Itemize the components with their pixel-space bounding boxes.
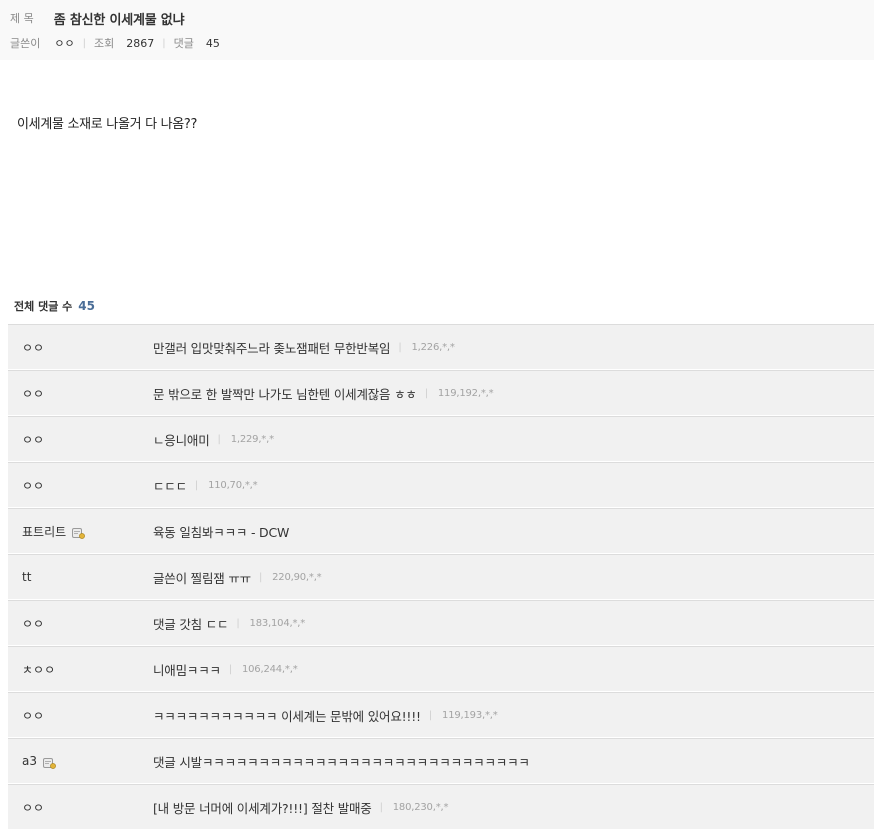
- comment-text: ㄴ응니애미: [153, 432, 210, 448]
- author-label: 글쓴이: [10, 37, 41, 50]
- comment-text: 육동 일침봐ㅋㅋㅋ - DCW: [153, 524, 290, 540]
- ip-divider: |: [217, 433, 221, 445]
- comment-row: a3 댓글 시발ㅋㅋㅋㅋㅋㅋㅋㅋㅋㅋㅋㅋㅋㅋㅋㅋㅋㅋㅋㅋㅋㅋㅋㅋㅋㅋㅋㅋㅋ: [8, 738, 874, 784]
- comment-body: 댓글 갓침 ㄷㄷ | 183,104,*,*: [153, 614, 305, 633]
- comment-body: ㄷㄷㄷ | 110,70,*,*: [153, 476, 258, 495]
- comment-author[interactable]: ㅇㅇ: [22, 799, 44, 816]
- comment-row: ㅇㅇ [내 방문 너머에 이세계가?!!!] 절찬 발매중 | 180,230,*,*: [8, 784, 874, 830]
- ip-divider: |: [194, 479, 199, 491]
- comment-body: 육동 일침봐ㅋㅋㅋ - DCW: [153, 522, 289, 541]
- comment-author-name[interactable]: ㅇㅇ: [22, 615, 44, 632]
- comment-text: [내 방문 너머에 이세계가?!!!] 절찬 발매중: [153, 800, 372, 816]
- comment-body: 니애밈ㅋㅋㅋ | 106,244,*,*: [153, 660, 298, 679]
- views-label: 조회: [94, 37, 115, 50]
- title-row: 제 목 좀 참신한 이세계물 없냐: [10, 8, 185, 28]
- comments-header: 전체 댓글 수 45: [14, 298, 95, 314]
- meta-divider: |: [162, 37, 166, 49]
- comment-author[interactable]: ㅇㅇ: [22, 431, 44, 448]
- comment-author-name[interactable]: 표트리트: [22, 523, 66, 540]
- comment-author[interactable]: ㅊㅇㅇ: [22, 661, 55, 678]
- ip-divider: |: [228, 663, 232, 675]
- comment-ip: 106,244,*,*: [241, 663, 298, 675]
- comment-body: [내 방문 너머에 이세계가?!!!] 절찬 발매중 | 180,230,*,*: [153, 798, 448, 817]
- comment-ip: 119,193,*,*: [442, 709, 498, 721]
- comment-author[interactable]: ㅇㅇ: [22, 385, 44, 402]
- comment-row: tt 글쓴이 찔림잼 ㅠㅠ | 220,90,*,*: [8, 554, 874, 600]
- comment-author[interactable]: ㅇㅇ: [22, 339, 44, 356]
- comment-author-name[interactable]: ㅊㅇㅇ: [22, 661, 55, 678]
- comment-ip: 119,192,*,*: [437, 387, 494, 399]
- member-badge-icon: [72, 527, 86, 539]
- comment-text: 문 밖으로 한 발짝만 나가도 님한텐 이세계잖음 ㅎㅎ: [153, 386, 417, 402]
- comment-author[interactable]: ㅇㅇ: [22, 707, 44, 724]
- comment-body: 문 밖으로 한 발짝만 나가도 님한텐 이세계잖음 ㅎㅎ | 119,192,*,*: [153, 384, 494, 403]
- comment-author[interactable]: a3: [22, 754, 56, 769]
- views-count: 2867: [126, 36, 155, 50]
- comment-text: 댓글 갓침 ㄷㄷ: [153, 616, 229, 632]
- comment-row: 표트리트 육동 일침봐ㅋㅋㅋ - DCW: [8, 508, 874, 554]
- post-title: 좀 참신한 이세계물 없냐: [53, 12, 185, 28]
- ip-divider: |: [379, 801, 383, 813]
- comment-ip: 1,226,*,*: [411, 341, 455, 353]
- comment-text: 만갤러 입맛맞춰주느라 좆노잼패턴 무한반복임: [153, 340, 391, 356]
- comments-count: 45: [205, 36, 220, 50]
- comment-list: ㅇㅇ 만갤러 입맛맞춰주느라 좆노잼패턴 무한반복임 | 1,226,*,* ㅇㅇ 문 밖…: [8, 324, 874, 830]
- comment-ip: 183,104,*,*: [249, 617, 306, 629]
- comment-ip: 180,230,*,*: [392, 801, 449, 813]
- comments-total-count: 45: [78, 299, 95, 313]
- comment-text: ㄷㄷㄷ: [153, 478, 187, 494]
- comment-author[interactable]: 표트리트: [22, 523, 86, 540]
- comment-author-name[interactable]: ㅇㅇ: [22, 431, 44, 448]
- comment-author-name[interactable]: ㅇㅇ: [22, 339, 44, 356]
- comment-row: ㅇㅇ ㄷㄷㄷ | 110,70,*,*: [8, 462, 874, 508]
- comment-author[interactable]: ㅇㅇ: [22, 477, 44, 494]
- member-badge-icon: [43, 757, 56, 769]
- post-body: 이세계물 소재로 나올거 다 나옴??: [17, 117, 198, 132]
- comment-text: 댓글 시발ㅋㅋㅋㅋㅋㅋㅋㅋㅋㅋㅋㅋㅋㅋㅋㅋㅋㅋㅋㅋㅋㅋㅋㅋㅋㅋㅋㅋㅋ: [153, 754, 530, 770]
- post-header: 제 목 좀 참신한 이세계물 없냐 글쓴이 ㅇㅇ | 조회 2867 | 댓글 …: [0, 0, 874, 60]
- comment-author-name[interactable]: tt: [22, 570, 31, 584]
- meta-row: 글쓴이 ㅇㅇ | 조회 2867 | 댓글 45: [10, 34, 220, 52]
- comment-body: 글쓴이 찔림잼 ㅠㅠ | 220,90,*,*: [153, 568, 322, 587]
- comments-total-label: 전체 댓글 수: [14, 300, 73, 313]
- author-name[interactable]: ㅇㅇ: [54, 35, 74, 51]
- comment-text: 글쓴이 찔림잼 ㅠㅠ: [153, 570, 251, 586]
- comment-body: ㄴ응니애미 | 1,229,*,*: [153, 430, 274, 449]
- comment-row: ㅊㅇㅇ 니애밈ㅋㅋㅋ | 106,244,*,*: [8, 646, 874, 692]
- comment-author-name[interactable]: ㅇㅇ: [22, 385, 44, 402]
- comment-ip: 1,229,*,*: [230, 433, 274, 445]
- meta-divider: |: [82, 37, 86, 49]
- comment-body: ㅋㅋㅋㅋㅋㅋㅋㅋㅋㅋㅋ 이세계는 문밖에 있어요!!!! | 119,193,*,*: [153, 706, 498, 725]
- ip-divider: |: [428, 709, 433, 721]
- comment-text: ㅋㅋㅋㅋㅋㅋㅋㅋㅋㅋㅋ 이세계는 문밖에 있어요!!!!: [153, 708, 421, 724]
- comment-author-name[interactable]: ㅇㅇ: [22, 799, 44, 816]
- title-label: 제 목: [10, 12, 34, 25]
- comment-author[interactable]: ㅇㅇ: [22, 615, 44, 632]
- comment-ip: 110,70,*,*: [208, 479, 258, 491]
- comment-author-name[interactable]: a3: [22, 754, 37, 768]
- comment-text: 니애밈ㅋㅋㅋ: [153, 662, 221, 678]
- ip-divider: |: [424, 387, 428, 399]
- ip-divider: |: [236, 617, 240, 629]
- comments-label: 댓글: [173, 37, 194, 50]
- comment-row: ㅇㅇ 만갤러 입맛맞춰주느라 좆노잼패턴 무한반복임 | 1,226,*,*: [8, 324, 874, 370]
- ip-divider: |: [398, 341, 402, 353]
- ip-divider: |: [258, 571, 263, 583]
- comment-row: ㅇㅇ 댓글 갓침 ㄷㄷ | 183,104,*,*: [8, 600, 874, 646]
- comment-ip: 220,90,*,*: [272, 571, 322, 583]
- comment-row: ㅇㅇ 문 밖으로 한 발짝만 나가도 님한텐 이세계잖음 ㅎㅎ | 119,192,*…: [8, 370, 874, 416]
- comment-body: 만갤러 입맛맞춰주느라 좆노잼패턴 무한반복임 | 1,226,*,*: [153, 338, 455, 357]
- comment-author-name[interactable]: ㅇㅇ: [22, 477, 44, 494]
- comment-author-name[interactable]: ㅇㅇ: [22, 707, 44, 724]
- comment-body: 댓글 시발ㅋㅋㅋㅋㅋㅋㅋㅋㅋㅋㅋㅋㅋㅋㅋㅋㅋㅋㅋㅋㅋㅋㅋㅋㅋㅋㅋㅋㅋ: [153, 752, 530, 771]
- comment-row: ㅇㅇ ㅋㅋㅋㅋㅋㅋㅋㅋㅋㅋㅋ 이세계는 문밖에 있어요!!!! | 119,193,*…: [8, 692, 874, 738]
- comment-author[interactable]: tt: [22, 570, 31, 584]
- comment-row: ㅇㅇ ㄴ응니애미 | 1,229,*,*: [8, 416, 874, 462]
